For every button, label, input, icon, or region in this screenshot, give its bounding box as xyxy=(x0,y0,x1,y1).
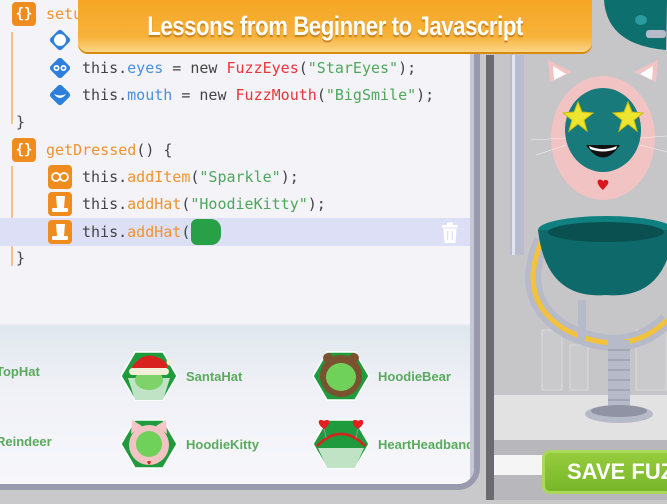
code-editor-panel: {} setu this.eyes = new FuzzEyes("StarEy… xyxy=(0,0,480,490)
banner-title: Lessons from Beginner to Javascript xyxy=(147,10,523,41)
code-token: "HoodieKitty" xyxy=(190,195,308,213)
palette-item-hoodiekitty[interactable]: HoodieKitty xyxy=(120,418,259,470)
palette-item-label: TopHat xyxy=(0,364,40,379)
code-token: ); xyxy=(416,86,435,104)
diamond-mouth-icon xyxy=(49,84,71,106)
palette-item-heartheadband[interactable]: HeartHeadband xyxy=(312,418,474,470)
fuzz-machine-illustration xyxy=(486,0,667,500)
hat-icon xyxy=(48,220,72,244)
code-token: "StarEyes" xyxy=(307,59,399,77)
trash-icon[interactable] xyxy=(440,222,460,244)
hoodie-bear-icon xyxy=(312,351,370,401)
code-token: ( xyxy=(181,223,191,241)
code-token: addItem xyxy=(127,168,191,186)
palette-item-reindeer[interactable]: Reindeer xyxy=(0,434,52,449)
code-token: = new xyxy=(163,59,227,77)
code-line-addhat-hoodiekitty[interactable]: this.addHat("HoodieKitty"); xyxy=(0,190,470,218)
palette-item-label: Reindeer xyxy=(0,434,52,449)
code-line-getdressed[interactable]: {} getDressed() { xyxy=(0,136,470,164)
item-palette: TopHat SantaHat HoodieBear Reindeer Hood… xyxy=(0,324,474,484)
code-token: () { xyxy=(136,141,173,159)
code-line-eyes[interactable]: this.eyes = new FuzzEyes("StarEyes"); xyxy=(0,54,470,82)
palette-item-santahat[interactable]: SantaHat xyxy=(120,350,242,402)
code-token: getDressed xyxy=(46,141,137,159)
heart-headband-icon xyxy=(312,419,370,469)
code-token: FuzzEyes xyxy=(226,59,299,77)
diamond-eyes-icon xyxy=(49,57,71,79)
palette-item-label: HoodieKitty xyxy=(186,436,259,452)
palette-item-hoodiebear[interactable]: HoodieBear xyxy=(312,350,451,402)
code-line-addhat-active[interactable]: this.addHat( xyxy=(0,218,470,246)
code-token: } xyxy=(16,113,26,131)
code-token: this. xyxy=(82,168,128,186)
code-token: eyes xyxy=(127,59,164,77)
hat-icon xyxy=(48,192,72,216)
code-token: this. xyxy=(82,59,128,77)
code-token: setu xyxy=(46,5,83,23)
code-token: "Sparkle" xyxy=(199,168,281,186)
glasses-icon xyxy=(48,165,72,189)
code-token: "BigSmile" xyxy=(325,86,417,104)
hoodie-kitty-icon xyxy=(120,419,178,469)
fuzz-preview-scene xyxy=(486,0,667,500)
curly-braces-icon: {} xyxy=(12,2,36,26)
code-token: this. xyxy=(82,223,128,241)
palette-item-label: SantaHat xyxy=(186,368,243,384)
code-token: ); xyxy=(280,168,299,186)
lesson-banner: Lessons from Beginner to Javascript xyxy=(78,0,592,52)
code-token: ( xyxy=(316,86,326,104)
curly-braces-icon: {} xyxy=(12,138,36,162)
code-token: } xyxy=(16,249,26,267)
code-token: mouth xyxy=(127,86,173,104)
palette-item-label: HeartHeadband xyxy=(378,436,475,452)
code-token: ); xyxy=(398,59,417,77)
code-token: addHat xyxy=(127,195,182,213)
code-token: FuzzMouth xyxy=(235,86,317,104)
code-line-mouth[interactable]: this.mouth = new FuzzMouth("BigSmile"); xyxy=(0,81,470,109)
palette-item-label: HoodieBear xyxy=(378,368,451,384)
code-line-close-getdressed: } xyxy=(0,244,470,272)
code-token: ); xyxy=(307,195,326,213)
code-token: addHat xyxy=(127,223,182,241)
save-fuzz-button[interactable]: SAVE FUZZ xyxy=(542,450,667,494)
diamond-body-icon xyxy=(49,29,71,51)
code-token: = new xyxy=(172,86,236,104)
palette-item-tophat[interactable]: TopHat xyxy=(0,364,40,379)
code-token: this. xyxy=(82,86,128,104)
code-token: ( xyxy=(298,59,308,77)
argument-drop-slot[interactable] xyxy=(191,219,222,245)
santa-hat-icon xyxy=(120,351,178,401)
code-line-additem[interactable]: this.addItem("Sparkle"); xyxy=(0,163,470,191)
code-token: this. xyxy=(82,195,128,213)
code-line-close-setup: } xyxy=(0,108,470,136)
